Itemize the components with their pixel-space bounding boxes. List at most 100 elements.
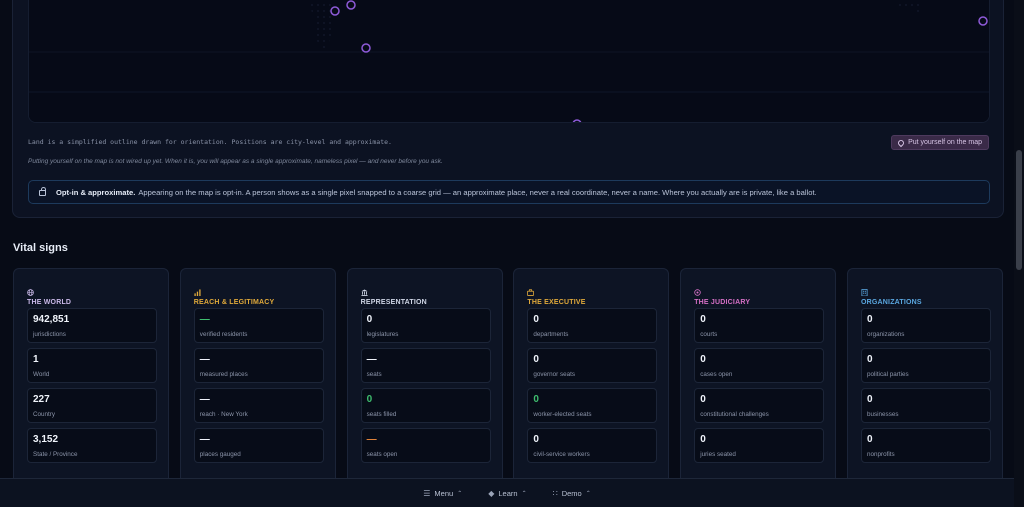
stat-label: courts bbox=[700, 331, 718, 338]
nav-demo-button[interactable]: ∷ Demo ⌃ bbox=[553, 489, 591, 498]
panel-title-text: ORGANIZATIONS bbox=[861, 299, 922, 306]
stat-tile[interactable]: 0 political parties bbox=[861, 348, 991, 383]
stat-tile[interactable]: 0 worker-elected seats bbox=[527, 388, 658, 423]
stat-label: governor seats bbox=[533, 371, 576, 378]
vital-signs-panels: THE WORLD 942,851 jurisdictions 1 World 227 Co… bbox=[13, 268, 1004, 498]
stat-label: seats open bbox=[366, 451, 398, 458]
stat-value: — bbox=[366, 354, 377, 365]
stat-tile[interactable]: — measured places bbox=[193, 348, 324, 383]
stat-value: 0 bbox=[700, 314, 706, 325]
section-title-vital-signs: Vital signs bbox=[13, 242, 68, 254]
land-note: Land is a simplified outline drawn for o… bbox=[28, 138, 392, 146]
put-yourself-button[interactable]: Put yourself on the map bbox=[891, 135, 989, 150]
stat-value: 0 bbox=[867, 434, 873, 445]
stat-value: 0 bbox=[366, 314, 373, 325]
stat-value: 0 bbox=[533, 354, 539, 365]
stat-label: political parties bbox=[867, 371, 909, 378]
panel-title: ORGANIZATIONS bbox=[861, 289, 922, 306]
globe-icon bbox=[27, 289, 34, 296]
panel-title: REPRESENTATION bbox=[361, 289, 427, 306]
stat-tile[interactable]: — seats bbox=[360, 348, 491, 383]
optin-bold: Opt-in & approximate. bbox=[56, 187, 136, 197]
chevron-up-icon: ⌃ bbox=[457, 490, 463, 497]
stat-tile[interactable]: — places gauged bbox=[193, 428, 324, 463]
stat-tile[interactable]: 0 legislatures bbox=[360, 308, 491, 343]
panel-title: THE WORLD bbox=[27, 289, 71, 306]
stat-tile[interactable]: 1 World bbox=[27, 348, 157, 383]
stat-label: constitutional challenges bbox=[700, 411, 769, 418]
chevron-up-icon: ⌃ bbox=[585, 490, 591, 497]
stat-tile[interactable]: 0 cases open bbox=[694, 348, 825, 383]
panel-title: REACH & LEGITIMACY bbox=[194, 289, 275, 306]
stat-tile[interactable]: 942,851 jurisdictions bbox=[27, 308, 157, 343]
stat-tile[interactable]: 0 organizations bbox=[861, 308, 991, 343]
stat-tile[interactable]: 0 constitutional challenges bbox=[694, 388, 825, 423]
stat-label: nonprofits bbox=[867, 451, 895, 458]
stat-value: 0 bbox=[366, 394, 373, 405]
panel-title-text: REPRESENTATION bbox=[360, 299, 427, 306]
panel-title-text: THE WORLD bbox=[27, 299, 72, 306]
stat-value: 0 bbox=[867, 394, 873, 405]
panel-the-executive: THE EXECUTIVE 0 departments 0 governor seats… bbox=[513, 268, 670, 498]
stat-value: 0 bbox=[867, 354, 873, 365]
put-yourself-label: Put yourself on the map bbox=[908, 139, 982, 146]
panel-the-world: THE WORLD 942,851 jurisdictions 1 World 227 Co… bbox=[13, 268, 169, 498]
page: Land is a simplified outline drawn for o… bbox=[0, 0, 1014, 507]
panel-title-text: THE JUDICIARY bbox=[694, 299, 751, 306]
stat-label: verified residents bbox=[199, 331, 248, 338]
stat-value: 1 bbox=[33, 354, 39, 365]
map-pin-icon bbox=[896, 138, 906, 147]
stat-label: State / Province bbox=[33, 451, 78, 458]
nav-label: Demo bbox=[561, 488, 582, 498]
map-canvas bbox=[29, 0, 989, 122]
stat-value: — bbox=[199, 314, 210, 325]
capitol-icon bbox=[361, 289, 368, 296]
stat-label: businesses bbox=[867, 411, 899, 418]
stat-label: cases open bbox=[700, 371, 733, 378]
scrollbar-thumb[interactable] bbox=[1016, 150, 1022, 270]
building-icon bbox=[861, 289, 868, 297]
panel-title-text: REACH & LEGITIMACY bbox=[193, 299, 275, 306]
stat-tile[interactable]: — verified residents bbox=[193, 308, 324, 343]
nav-label: Menu bbox=[434, 488, 454, 498]
stat-value: 0 bbox=[700, 434, 706, 445]
stat-tile[interactable]: 227 Country bbox=[27, 388, 157, 423]
stat-tile[interactable]: 0 departments bbox=[527, 308, 658, 343]
stat-tile[interactable]: 0 seats filled bbox=[360, 388, 491, 423]
panel-title: THE JUDICIARY bbox=[694, 289, 750, 306]
lock-icon bbox=[39, 187, 46, 196]
stat-tile[interactable]: 0 courts bbox=[694, 308, 825, 343]
stat-tile[interactable]: 0 juries seated bbox=[694, 428, 825, 463]
panel-title-text: THE EXECUTIVE bbox=[527, 299, 586, 306]
stat-label: organizations bbox=[867, 331, 905, 338]
stat-value: 942,851 bbox=[33, 314, 70, 325]
stat-tile[interactable]: 0 governor seats bbox=[527, 348, 658, 383]
nav-menu-button[interactable]: ☰ Menu ⌃ bbox=[423, 489, 462, 498]
stat-label: legislatures bbox=[366, 331, 399, 338]
bottom-nav: ☰ Menu ⌃ ◆ Learn ⌃ ∷ Demo ⌃ bbox=[0, 478, 1014, 507]
optin-notice: Opt-in & approximate. Appearing on the m… bbox=[28, 180, 990, 204]
wired-note: Putting yourself on the map is not wired… bbox=[28, 158, 443, 165]
stat-label: departments bbox=[533, 331, 569, 338]
stat-tile[interactable]: 0 nonprofits bbox=[861, 428, 991, 463]
stat-tile[interactable]: 0 civil-service workers bbox=[527, 428, 658, 463]
panel-organizations: ORGANIZATIONS 0 organizations 0 political pa… bbox=[847, 268, 1003, 498]
scrollbar[interactable] bbox=[1014, 0, 1024, 507]
stat-value: 0 bbox=[533, 314, 539, 325]
stat-label: measured places bbox=[199, 371, 248, 378]
menu-icon: ☰ bbox=[423, 488, 431, 498]
stat-tile[interactable]: — reach · New York bbox=[193, 388, 324, 423]
stat-label: worker-elected seats bbox=[533, 411, 592, 418]
world-map[interactable] bbox=[28, 0, 990, 123]
stat-value: 0 bbox=[533, 394, 539, 405]
panel-the-judiciary: THE JUDICIARY 0 courts 0 cases open 0 constitu… bbox=[680, 268, 837, 498]
stat-tile[interactable]: 3,152 State / Province bbox=[27, 428, 157, 463]
stat-tile[interactable]: — seats open bbox=[360, 428, 491, 463]
nav-learn-button[interactable]: ◆ Learn ⌃ bbox=[488, 489, 526, 498]
gavel-icon bbox=[694, 289, 701, 296]
stat-label: civil-service workers bbox=[533, 451, 590, 458]
map-card: Land is a simplified outline drawn for o… bbox=[12, 0, 1004, 218]
stat-tile[interactable]: 0 businesses bbox=[861, 388, 991, 423]
stat-value: — bbox=[366, 434, 377, 445]
bar-chart-icon bbox=[194, 289, 201, 296]
